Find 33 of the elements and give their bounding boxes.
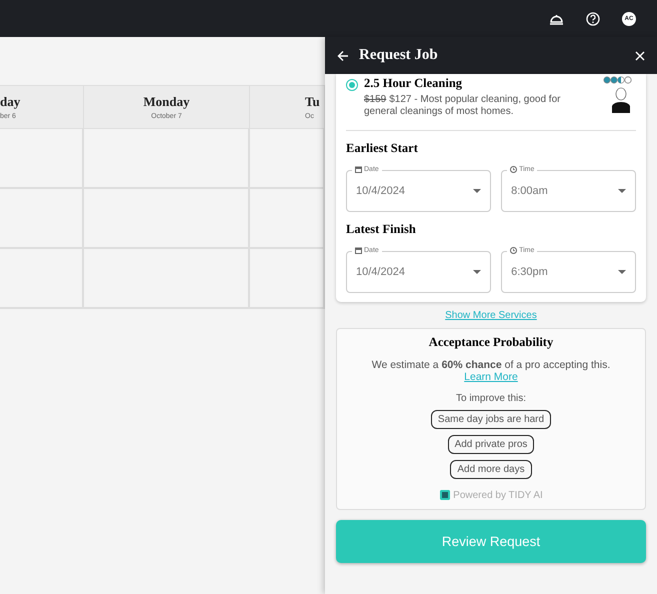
card-title: Acceptance Probability — [428, 335, 554, 350]
caret-icon — [618, 270, 626, 274]
improve-label: To improve this: — [456, 393, 526, 404]
clock-icon — [510, 247, 518, 254]
day-name: Tu — [305, 94, 320, 110]
section-heading: Earliest Start — [346, 141, 419, 156]
tip-chip[interactable]: Add private pros — [448, 435, 534, 454]
calendar-cell[interactable] — [250, 129, 325, 189]
chip-icon — [439, 489, 452, 501]
help-icon[interactable] — [586, 12, 600, 26]
bell-icon[interactable] — [549, 12, 564, 24]
tip-chip[interactable]: Same day jobs are hard — [430, 410, 552, 429]
caret-icon — [618, 189, 626, 193]
calendar-icon — [355, 166, 362, 173]
powered-by-text: Powered by TIDY AI — [453, 490, 543, 500]
back-arrow-icon[interactable] — [337, 50, 349, 62]
calendar-icon — [355, 247, 362, 254]
caret-icon — [473, 270, 482, 274]
service-title: 2.5 Hour Cleaning — [364, 76, 464, 91]
clock-icon — [510, 166, 518, 173]
acceptance-text: We estimate a 60% chance of a pro accepting this. Learn More — [370, 359, 612, 383]
day-name: Monday — [143, 94, 190, 110]
day-name: day — [0, 94, 20, 110]
calendar-cell[interactable] — [250, 189, 325, 249]
close-icon[interactable] — [635, 50, 645, 60]
learn-more-link[interactable]: Learn More — [464, 371, 518, 383]
panel-title: Request Job — [359, 47, 439, 64]
calendar-cell[interactable] — [250, 249, 325, 309]
tip-chip[interactable]: Add more days — [450, 460, 532, 479]
service-description: $159 $127 - Most popular cleaning, good for general cleanings of most homes. — [364, 94, 562, 118]
caret-icon — [473, 189, 482, 193]
section-heading: Latest Finish — [346, 222, 417, 237]
radio-button[interactable] — [346, 79, 358, 91]
